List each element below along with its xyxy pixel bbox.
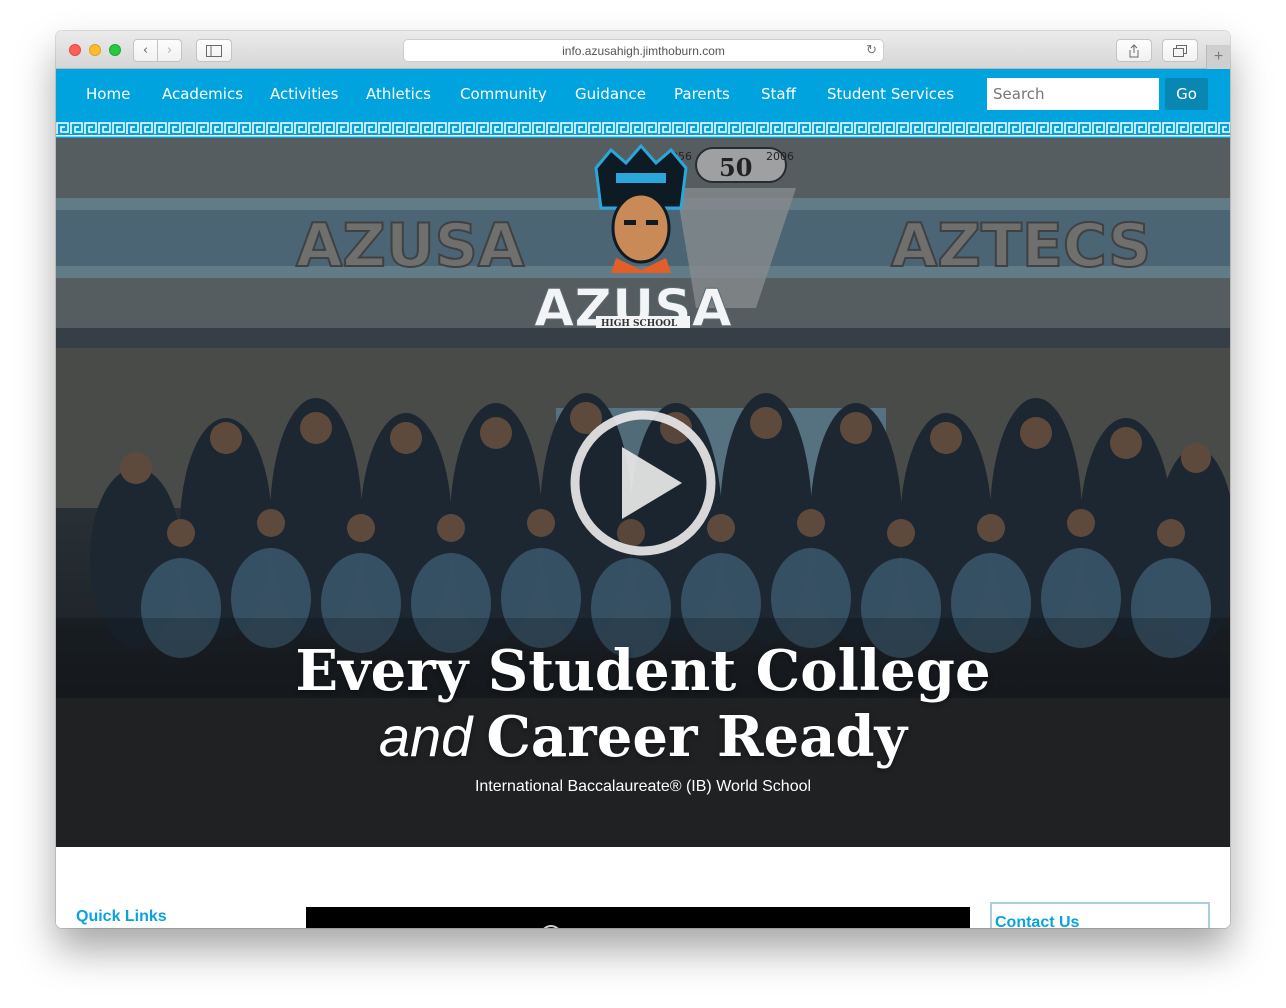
nav-item-community[interactable]: Community <box>460 85 547 103</box>
hero-title-career: Career Ready <box>486 704 908 770</box>
share-button[interactable] <box>1116 39 1152 62</box>
tabs-icon <box>1173 44 1187 57</box>
forward-button[interactable]: › <box>157 39 182 62</box>
video-loading-icon <box>543 925 559 928</box>
address-bar[interactable]: info.azusahigh.jimthoburn.com ↻ <box>403 39 884 62</box>
browser-window: ‹ › info.azusahigh.jimthoburn.com ↻ + Ho… <box>56 31 1230 928</box>
nav-item-home[interactable]: Home <box>86 85 130 103</box>
video-player[interactable] <box>306 907 970 928</box>
close-window-button[interactable] <box>69 44 81 56</box>
hero-title-line1: Every Student College <box>295 638 991 704</box>
hero-subtitle: International Baccalaureate® (IB) World … <box>474 778 812 795</box>
zoom-window-button[interactable] <box>109 44 121 56</box>
tab-overview-button[interactable] <box>1162 39 1198 62</box>
browser-titlebar: ‹ › info.azusahigh.jimthoburn.com ↻ + <box>56 31 1230 69</box>
nav-item-athletics[interactable]: Athletics <box>366 85 431 103</box>
hero-banner: AZUSA AZTECS 50 1956 2006 <box>56 138 1230 847</box>
logo-wordmark: AZUSA <box>534 279 732 339</box>
search-input[interactable] <box>987 78 1159 110</box>
nav-item-student-services[interactable]: Student Services <box>827 85 954 103</box>
nav-item-activities[interactable]: Activities <box>270 85 338 103</box>
reload-icon[interactable]: ↻ <box>866 43 877 58</box>
hero-title-and: and <box>378 705 473 768</box>
contact-us-heading[interactable]: Contact Us <box>995 914 1079 928</box>
sidebar-icon <box>206 44 222 57</box>
main-content: Quick Links Contact Us <box>56 847 1230 928</box>
contact-us-box: Contact Us <box>990 902 1210 928</box>
nav-item-parents[interactable]: Parents <box>674 85 730 103</box>
nav-item-guidance[interactable]: Guidance <box>575 85 646 103</box>
main-navigation: Home Academics Activities Athletics Comm… <box>56 69 1230 119</box>
url-text: info.azusahigh.jimthoburn.com <box>562 43 725 58</box>
play-video-button[interactable] <box>570 410 716 556</box>
sidebar-toggle-button[interactable] <box>196 39 232 62</box>
logo-subtext: HIGH SCHOOL <box>601 319 678 329</box>
new-tab-button[interactable]: + <box>1206 45 1230 69</box>
quick-links-heading: Quick Links <box>76 908 167 925</box>
back-button[interactable]: ‹ <box>133 39 158 62</box>
plus-icon: + <box>1213 48 1224 65</box>
nav-item-academics[interactable]: Academics <box>162 85 243 103</box>
chevron-left-icon: ‹ <box>142 43 149 58</box>
minimize-window-button[interactable] <box>89 44 101 56</box>
go-button[interactable]: Go <box>1165 78 1208 110</box>
share-icon <box>1129 43 1139 57</box>
greek-key-border <box>56 119 1230 138</box>
hero-title-line2: and Career Ready <box>56 704 1230 770</box>
nav-item-staff[interactable]: Staff <box>761 85 796 103</box>
chevron-right-icon: › <box>166 43 173 58</box>
